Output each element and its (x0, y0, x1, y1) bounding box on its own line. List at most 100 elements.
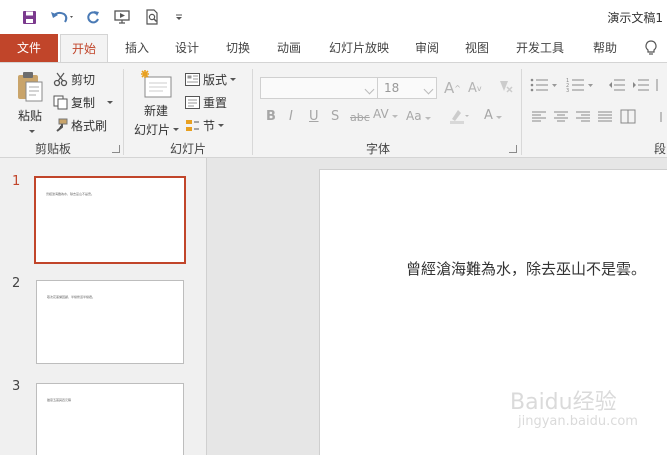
section-button[interactable]: 节 (185, 117, 225, 134)
clipboard-group-label: 剪贴板 (35, 142, 72, 156)
format-painter-icon (53, 118, 68, 133)
increase-indent-icon[interactable] (632, 77, 650, 93)
scissors-icon (53, 72, 68, 87)
bold-icon[interactable]: B (266, 109, 276, 124)
slide-text-box[interactable]: 曾經滄海難為水，除去巫山不是雲。 (406, 258, 646, 279)
format-painter-button[interactable]: 格式刷 (53, 117, 107, 134)
layout-button[interactable]: 版式 (185, 71, 237, 88)
slide-number: 3 (12, 379, 21, 394)
font-size-combo[interactable]: 18 (377, 77, 437, 99)
layout-icon (185, 73, 200, 86)
tab-view[interactable]: 视图 (456, 34, 498, 62)
slide-number: 2 (12, 276, 21, 291)
underline-icon[interactable]: U (309, 109, 319, 124)
ribbon-home: 粘贴 剪切 复制 格式刷 剪贴板 新建 幻灯片 版式 重置 节 幻灯片 18 A… (0, 62, 667, 158)
slide-number: 1 (12, 174, 21, 189)
undo-icon[interactable] (48, 7, 76, 27)
section-caret-icon (218, 124, 225, 127)
copy-label: 复制 (71, 96, 96, 110)
lightbulb-icon[interactable] (644, 40, 658, 59)
paste-label: 粘贴 (17, 109, 42, 123)
line-spacing-icon[interactable] (656, 77, 666, 93)
slide-thumbnail-3[interactable]: 離思五首其四元稹 (36, 383, 184, 455)
tab-slide-show[interactable]: 幻灯片放映 (322, 34, 396, 62)
justify-icon[interactable] (598, 111, 613, 123)
strikethrough-icon[interactable]: abc (350, 111, 370, 124)
tab-insert[interactable]: 插入 (116, 34, 158, 62)
new-slide-icon (139, 69, 173, 102)
reset-label: 重置 (203, 96, 228, 110)
group-separator (252, 69, 253, 155)
save-icon[interactable] (20, 7, 38, 27)
paste-dropdown-icon[interactable] (28, 130, 35, 133)
new-slide-caret-icon (173, 128, 180, 131)
group-separator (123, 69, 124, 155)
tab-animations[interactable]: 动画 (268, 34, 310, 62)
clipboard-launcher-icon[interactable] (112, 145, 120, 153)
slides-group-label: 幻灯片 (170, 142, 207, 156)
cut-label: 剪切 (71, 73, 96, 87)
tab-design[interactable]: 设计 (166, 34, 208, 62)
svg-text:3: 3 (566, 88, 569, 93)
slide-thumbnail-2[interactable]: 取次花叢懶回顧，半緣修道半緣君。 (36, 280, 184, 364)
font-launcher-icon[interactable] (509, 145, 517, 153)
watermark: Baidu经验 jingyan.baidu.com (508, 384, 658, 440)
tab-developer[interactable]: 开发工具 (508, 34, 572, 62)
decrease-indent-icon[interactable] (608, 77, 626, 93)
new-slide-label: 新建 (143, 104, 168, 118)
ribbon-tab-bar: 文件 开始 插入 设计 切换 动画 幻灯片放映 审阅 视图 开发工具 帮助 (0, 34, 667, 63)
tab-help[interactable]: 帮助 (584, 34, 626, 62)
new-slide-dropdown[interactable]: 幻灯片 (134, 121, 180, 138)
text-direction-icon[interactable] (660, 111, 667, 123)
italic-icon[interactable]: I (289, 109, 293, 124)
paste-button[interactable]: 粘贴 (14, 71, 46, 133)
clear-formatting-icon[interactable] (496, 77, 514, 95)
slideshow-from-beginning-icon[interactable] (112, 7, 132, 27)
slide-thumbnail-text: 取次花叢懶回顧，半緣修道半緣君。 (47, 295, 96, 299)
format-painter-label: 格式刷 (71, 119, 108, 133)
increase-font-size-icon[interactable]: A ^ (444, 79, 461, 97)
character-spacing-icon[interactable]: AV (373, 107, 398, 121)
copy-dropdown-icon[interactable] (107, 101, 114, 104)
print-preview-icon[interactable] (142, 7, 162, 27)
font-group-label: 字体 (366, 142, 391, 156)
slide-thumbnail-text: 曾經滄海難為水，除去巫山不是雲。 (46, 192, 95, 196)
tab-transitions[interactable]: 切换 (217, 34, 259, 62)
quick-access-toolbar: 演示文稿1 (0, 0, 667, 34)
text-shadow-icon[interactable]: S (331, 109, 339, 124)
redo-icon[interactable] (84, 7, 102, 27)
chevron-down-icon (364, 84, 375, 95)
section-label: 节 (203, 119, 216, 133)
font-color-icon[interactable]: A (484, 108, 502, 123)
change-case-icon[interactable]: Aa (406, 109, 431, 123)
customize-qat-icon[interactable] (172, 7, 186, 27)
window-title: 演示文稿1 (607, 11, 663, 25)
tab-home[interactable]: 开始 (60, 34, 108, 63)
cut-button[interactable]: 剪切 (53, 71, 95, 88)
powerpoint-window: 演示文稿1 文件 开始 插入 设计 切换 动画 幻灯片放映 审阅 视图 开发工具… (0, 0, 667, 455)
reset-button[interactable]: 重置 (185, 94, 227, 111)
slide-thumbnails-pane: 1 曾經滄海難為水，除去巫山不是雲。 2 取次花叢懶回顧，半緣修道半緣君。 3 … (0, 158, 207, 455)
columns-icon[interactable] (620, 109, 636, 124)
chevron-down-icon (423, 84, 434, 95)
tab-review[interactable]: 审阅 (406, 34, 448, 62)
font-name-combo[interactable] (260, 77, 378, 99)
new-slide-button[interactable]: 新建 (134, 69, 178, 119)
paste-icon (15, 71, 45, 106)
align-right-icon[interactable] (576, 111, 591, 123)
slide-thumbnail-1[interactable]: 曾經滄海難為水，除去巫山不是雲。 (34, 176, 186, 264)
bullets-icon[interactable] (530, 77, 560, 93)
reset-icon (185, 96, 200, 109)
copy-button[interactable]: 复制 (53, 94, 114, 111)
align-left-icon[interactable] (532, 111, 547, 123)
decrease-font-size-icon[interactable]: Av (468, 81, 482, 96)
tab-file[interactable]: 文件 (0, 34, 58, 62)
highlight-icon[interactable] (448, 107, 470, 129)
copy-icon (53, 95, 68, 110)
paragraph-group-label: 段 (654, 142, 667, 156)
numbering-icon[interactable]: 123 (566, 77, 596, 93)
section-icon (185, 119, 200, 132)
new-slide-label-line2: 幻灯片 (134, 123, 171, 137)
align-center-icon[interactable] (554, 111, 569, 123)
slide-thumbnail-text: 離思五首其四元稹 (47, 398, 72, 402)
